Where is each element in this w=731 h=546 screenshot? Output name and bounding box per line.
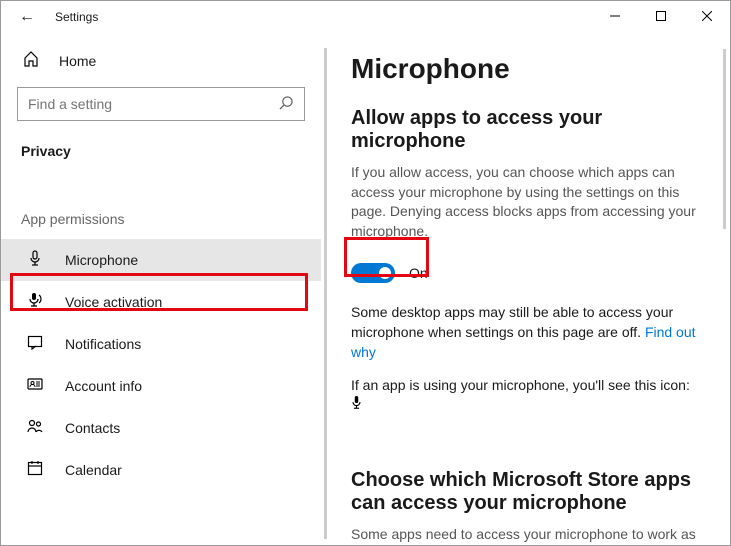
calendar-icon xyxy=(25,460,45,481)
home-icon xyxy=(21,51,41,72)
sidebar-scrollbar[interactable] xyxy=(324,48,327,539)
window-title: Settings xyxy=(55,10,98,24)
voice-icon xyxy=(25,292,45,313)
sidebar-item-microphone[interactable]: Microphone xyxy=(1,239,321,281)
section-title: Privacy xyxy=(1,133,321,177)
microphone-icon xyxy=(25,250,45,271)
page-heading: Microphone xyxy=(351,53,700,85)
content-area: Microphone Allow apps to access your mic… xyxy=(321,33,730,545)
contacts-icon xyxy=(25,418,45,439)
group-label: App permissions xyxy=(1,177,321,239)
sidebar-item-label: Notifications xyxy=(65,336,141,352)
maximize-button[interactable] xyxy=(638,1,684,31)
sidebar-item-label: Calendar xyxy=(65,462,122,478)
notifications-icon xyxy=(25,334,45,355)
sidebar-item-label: Contacts xyxy=(65,420,120,436)
store-description: Some apps need to access your microphone… xyxy=(351,525,700,545)
sidebar-item-account[interactable]: Account info xyxy=(1,365,321,407)
sidebar-item-label: Voice activation xyxy=(65,294,162,310)
sidebar-item-label: Microphone xyxy=(65,252,138,268)
sidebar-item-label: Account info xyxy=(65,378,142,394)
home-nav[interactable]: Home xyxy=(1,41,321,81)
search-field[interactable] xyxy=(28,96,279,112)
account-icon xyxy=(25,376,45,397)
nav-list: Microphone Voice activation Notifications A… xyxy=(1,239,321,491)
allow-access-toggle[interactable] xyxy=(351,263,395,283)
content-scrollbar[interactable] xyxy=(723,49,726,229)
close-button[interactable] xyxy=(684,1,730,31)
search-icon xyxy=(279,95,294,113)
minimize-button[interactable] xyxy=(592,1,638,31)
search-input[interactable] xyxy=(17,87,305,121)
allow-heading: Allow apps to access your microphone xyxy=(351,107,700,153)
sidebar-item-contacts[interactable]: Contacts xyxy=(1,407,321,449)
home-label: Home xyxy=(59,53,96,69)
sidebar-item-calendar[interactable]: Calendar xyxy=(1,449,321,491)
store-heading: Choose which Microsoft Store apps can ac… xyxy=(351,469,700,515)
sidebar-item-notifications[interactable]: Notifications xyxy=(1,323,321,365)
microphone-indicator-icon xyxy=(351,397,362,413)
toggle-knob xyxy=(379,267,391,279)
desktop-note: Some desktop apps may still be able to a… xyxy=(351,303,700,362)
allow-description: If you allow access, you can choose whic… xyxy=(351,163,700,241)
sidebar-item-voice[interactable]: Voice activation xyxy=(1,281,321,323)
back-button[interactable]: ← xyxy=(19,8,39,26)
sidebar: Home Privacy App permissions Microphone V… xyxy=(1,33,321,545)
toggle-state-label: On xyxy=(409,265,428,281)
using-note: If an app is using your microphone, you'… xyxy=(351,376,700,415)
